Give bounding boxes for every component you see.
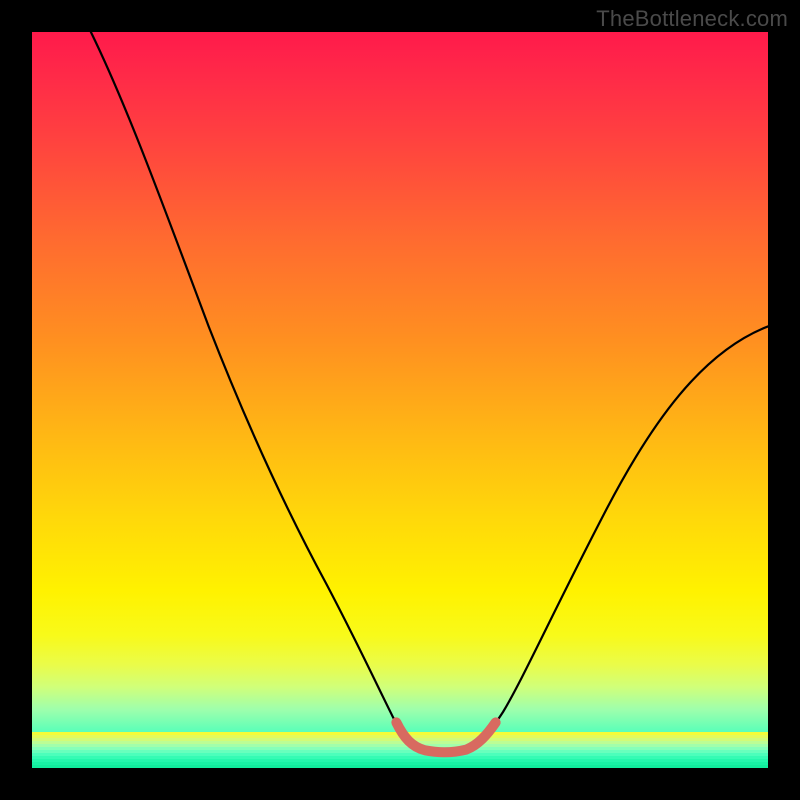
plot-area [32, 32, 768, 768]
bottleneck-curve [91, 32, 768, 752]
optimal-region-highlight [396, 722, 495, 752]
chart-frame: TheBottleneck.com [0, 0, 800, 800]
watermark-text: TheBottleneck.com [596, 6, 788, 32]
curve-svg [32, 32, 768, 768]
